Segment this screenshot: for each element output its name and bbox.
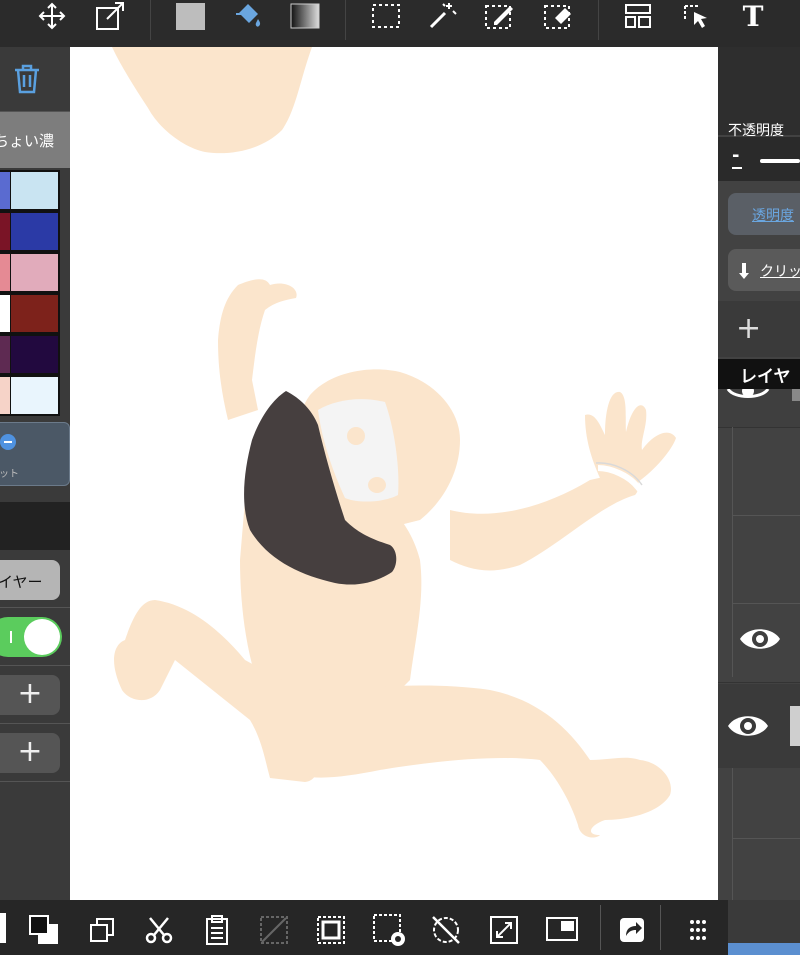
top-toolbar: T: [0, 0, 800, 47]
select-rect-icon[interactable]: [364, 0, 408, 32]
palette-swatch[interactable]: [11, 295, 58, 332]
right-panel: 不透明度 - 透明度 クリッ + レイヤ: [718, 47, 800, 900]
add-button-2[interactable]: +: [0, 733, 60, 773]
palette-swatch[interactable]: [11, 254, 58, 291]
magic-wand-icon[interactable]: [420, 0, 464, 32]
right-bottom-accent: [728, 943, 800, 955]
palette-swatch[interactable]: [11, 213, 58, 250]
palette-swatch[interactable]: [0, 254, 10, 291]
brush-name: ちょい濃: [0, 132, 55, 150]
palette-button-label: ット: [0, 469, 19, 480]
layer-row-2[interactable]: [718, 602, 800, 683]
paste-icon[interactable]: [199, 913, 235, 947]
crop-icon[interactable]: [313, 913, 349, 947]
left-black-band: [0, 502, 70, 550]
layer-toggle[interactable]: [0, 617, 62, 657]
select-eraser-icon[interactable]: [537, 0, 581, 32]
bottom-left-edge: [0, 913, 6, 943]
palette-swatch[interactable]: [0, 295, 10, 332]
select-arrow-icon[interactable]: [674, 0, 718, 32]
opacity-slider-row[interactable]: -: [718, 137, 800, 181]
palette-swatch[interactable]: [0, 213, 10, 250]
text-icon[interactable]: T: [731, 0, 775, 33]
add-button-1[interactable]: +: [0, 675, 60, 715]
color-palette: [0, 170, 60, 416]
layer-list-bottom: [732, 768, 800, 900]
rotate-off-icon[interactable]: [428, 913, 464, 947]
layer-thumbnail: [790, 706, 800, 746]
palette-button[interactable]: ット: [0, 422, 70, 486]
palette-swatch[interactable]: [0, 336, 10, 373]
right-bottom-area: [728, 900, 800, 955]
eye-icon[interactable]: [726, 711, 770, 741]
brush-name-row[interactable]: ちょい濃: [0, 111, 70, 168]
layout-icon[interactable]: [616, 0, 660, 32]
eye-right: [368, 477, 386, 493]
move-icon[interactable]: [30, 0, 74, 32]
top-shape: [112, 47, 312, 154]
layer-button-label: イヤー: [0, 573, 43, 591]
gradient-icon[interactable]: [283, 0, 327, 32]
clipping-button[interactable]: クリッ: [728, 249, 800, 291]
clip-arrow-icon: [739, 263, 749, 279]
copy-icon[interactable]: [84, 913, 120, 947]
artwork: [112, 47, 676, 838]
palette-swatch[interactable]: [11, 172, 58, 209]
trash-area: [0, 47, 70, 111]
add-layer-row[interactable]: +: [718, 301, 800, 357]
opacity-header: 不透明度: [718, 47, 800, 139]
eye-left: [347, 427, 365, 445]
palette-swatch[interactable]: [11, 377, 58, 414]
right-arm: [450, 470, 639, 571]
transform-icon[interactable]: [88, 0, 132, 32]
add-layer-button[interactable]: +: [736, 311, 761, 346]
select-pen-icon[interactable]: [478, 0, 522, 32]
share-icon[interactable]: [614, 913, 650, 947]
fill-color-swatch[interactable]: [168, 0, 212, 32]
swap-colors-icon[interactable]: [26, 913, 62, 947]
palette-swatch[interactable]: [11, 336, 58, 373]
opacity-slider[interactable]: [760, 159, 800, 163]
grid-menu-icon[interactable]: [680, 913, 716, 947]
palette-swatch[interactable]: [0, 172, 10, 209]
opacity-minus[interactable]: -: [732, 145, 739, 166]
right-leg: [290, 685, 671, 838]
drawing-canvas[interactable]: [70, 47, 718, 900]
layer-row-1[interactable]: [718, 389, 800, 428]
eye-icon-partial[interactable]: [726, 389, 770, 401]
palette-swatch[interactable]: [0, 377, 10, 414]
canvas-ratio-icon[interactable]: [544, 913, 580, 947]
layer-header: レイヤ: [718, 359, 800, 389]
transparency-button[interactable]: 透明度: [728, 193, 800, 235]
left-panel: ちょい濃 ット イヤー + +: [0, 47, 70, 900]
trash-icon[interactable]: [12, 63, 42, 99]
bucket-icon[interactable]: [226, 0, 270, 32]
fit-icon[interactable]: [486, 913, 522, 947]
layer-row-3[interactable]: [718, 684, 800, 768]
eye-icon[interactable]: [738, 624, 782, 654]
layer-button[interactable]: イヤー: [0, 560, 60, 600]
cut-icon[interactable]: [141, 913, 177, 947]
clear-icon[interactable]: [256, 913, 292, 947]
select-layer-icon[interactable]: [371, 913, 407, 947]
